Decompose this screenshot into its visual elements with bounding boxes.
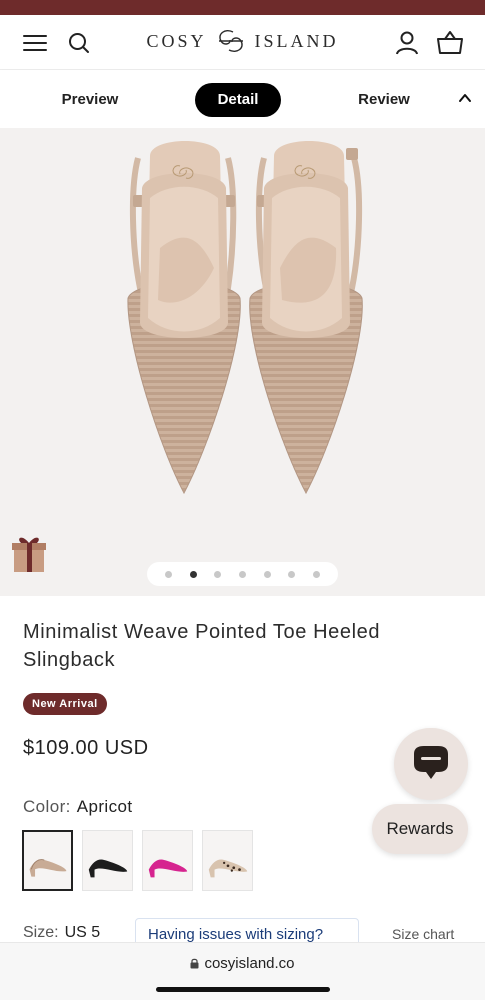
basket-icon[interactable] — [435, 28, 465, 58]
apricot-shoe-thumbnail — [29, 859, 67, 877]
size-chart-link[interactable]: Size chart — [392, 926, 454, 942]
tab-detail[interactable]: Detail — [195, 83, 281, 117]
swatch-black[interactable] — [82, 830, 133, 891]
gallery-dot-active[interactable] — [190, 571, 197, 578]
product-tab-bar: Preview Detail Review — [0, 70, 485, 128]
product-image-gallery[interactable] — [0, 128, 485, 596]
home-indicator[interactable] — [156, 987, 330, 992]
gallery-dot[interactable] — [214, 571, 221, 578]
color-selector-label: Color: Apricot — [23, 797, 132, 817]
size-label: Size: — [23, 924, 59, 941]
product-image — [127, 141, 363, 495]
size-selector-label: Size: US 5 — [23, 924, 100, 942]
announcement-strip — [0, 0, 485, 15]
tab-review[interactable]: Review — [344, 83, 424, 117]
logo-mark-icon — [218, 29, 243, 52]
user-icon[interactable] — [392, 28, 422, 58]
swatch-pink[interactable] — [142, 830, 193, 891]
tab-preview[interactable]: Preview — [50, 83, 130, 117]
lock-icon — [190, 958, 199, 969]
gallery-dot[interactable] — [288, 571, 295, 578]
color-value: Apricot — [76, 797, 133, 816]
product-title: Minimalist Weave Pointed Toe Heeled Slin… — [23, 621, 381, 671]
site-header: COSY ISLAND — [0, 15, 485, 70]
leopard-shoe-thumbnail — [208, 859, 248, 878]
gallery-dot[interactable] — [264, 571, 271, 578]
swatch-leopard[interactable] — [202, 830, 253, 891]
rewards-button[interactable]: Rewards — [372, 804, 468, 854]
gallery-dot[interactable] — [165, 571, 172, 578]
color-label: Color: — [23, 797, 71, 816]
swatch-apricot[interactable] — [22, 830, 73, 891]
url-field[interactable]: cosyisland.co — [0, 955, 485, 972]
gallery-dot[interactable] — [313, 571, 320, 578]
new-arrival-badge: New Arrival — [23, 693, 107, 715]
chat-button[interactable] — [394, 728, 468, 800]
size-value: US 5 — [64, 924, 101, 941]
pink-shoe-thumbnail — [148, 859, 188, 878]
gallery-dot[interactable] — [239, 571, 246, 578]
logo-text-left: COSY — [146, 31, 207, 51]
product-price: $109.00 USD — [23, 737, 149, 759]
black-shoe-thumbnail — [88, 859, 128, 878]
gift-icon[interactable] — [10, 530, 48, 574]
url-text: cosyisland.co — [204, 955, 295, 972]
chat-bubble-icon — [414, 746, 448, 779]
gallery-pagination — [147, 562, 338, 586]
logo-text-right: ISLAND — [254, 31, 339, 51]
browser-url-bar: cosyisland.co — [0, 942, 485, 1000]
chevron-up-icon[interactable] — [457, 90, 473, 106]
